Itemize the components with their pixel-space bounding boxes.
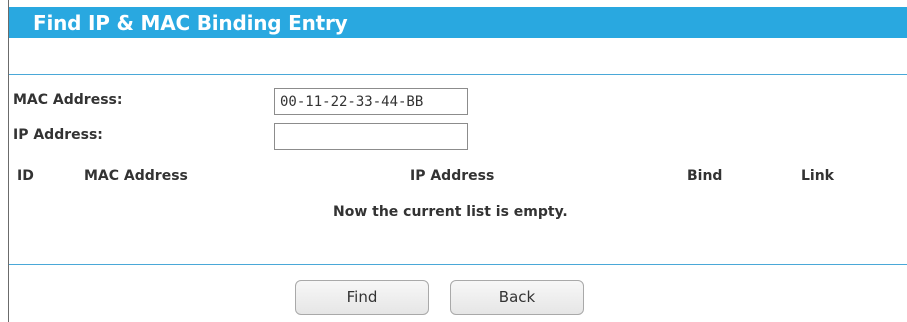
column-ip-address: IP Address	[410, 168, 495, 184]
ip-address-input[interactable]	[274, 123, 468, 150]
bottom-divider	[9, 264, 907, 265]
mac-address-input[interactable]	[274, 88, 468, 115]
top-divider	[9, 74, 907, 75]
back-button[interactable]: Back	[450, 280, 584, 315]
column-link: Link	[801, 168, 834, 184]
column-mac-address: MAC Address	[84, 168, 188, 184]
column-id: ID	[17, 168, 34, 184]
find-button[interactable]: Find	[295, 280, 429, 315]
ip-address-label: IP Address:	[13, 127, 103, 143]
binding-entry-panel: Find IP & MAC Binding Entry MAC Address:…	[8, 0, 907, 322]
empty-list-message: Now the current list is empty.	[333, 204, 568, 220]
column-bind: Bind	[687, 168, 723, 184]
mac-address-label: MAC Address:	[13, 92, 123, 108]
title-bar: Find IP & MAC Binding Entry	[9, 7, 907, 38]
page-title: Find IP & MAC Binding Entry	[33, 11, 348, 35]
